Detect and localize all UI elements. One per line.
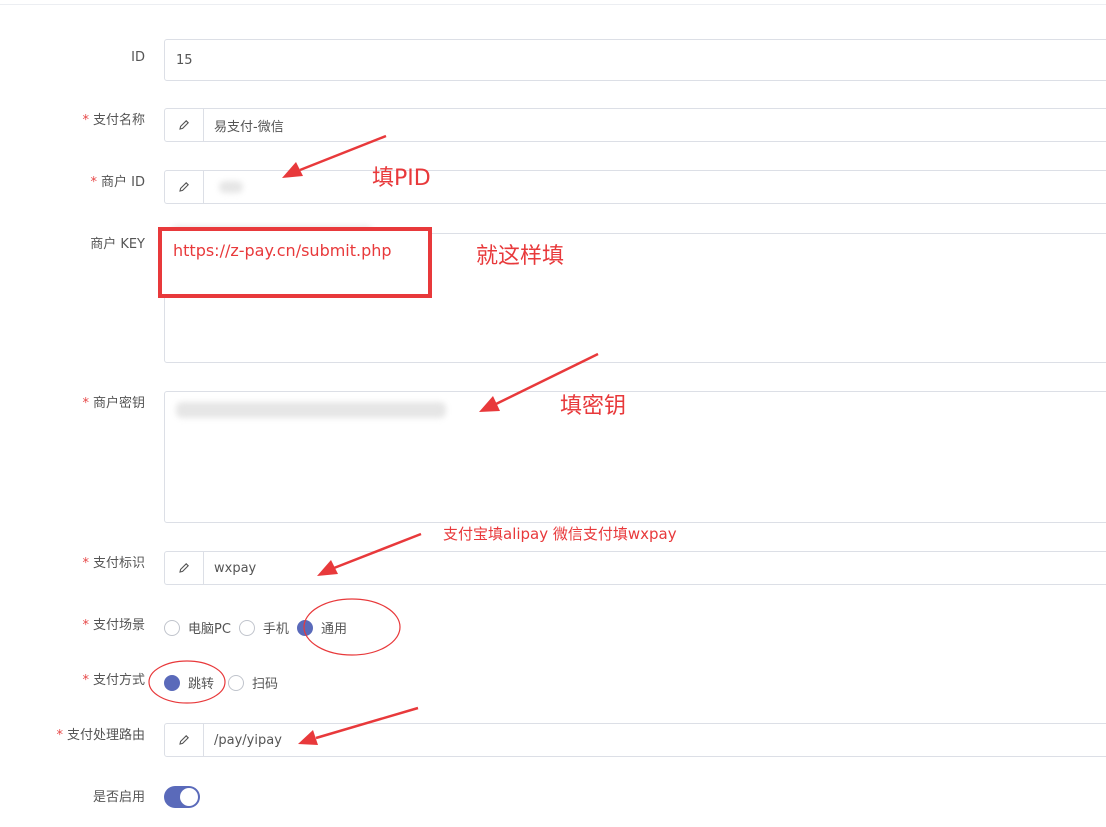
ellipse-general [303,598,401,656]
arrow-to-merchant-secret [479,352,599,412]
annotation-overlay [148,134,599,745]
ellipse-redirect [148,660,226,704]
arrow-to-pay-route [298,706,419,745]
arrow-to-pay-flag [317,532,422,576]
arrow-to-merchant-id [282,134,387,178]
